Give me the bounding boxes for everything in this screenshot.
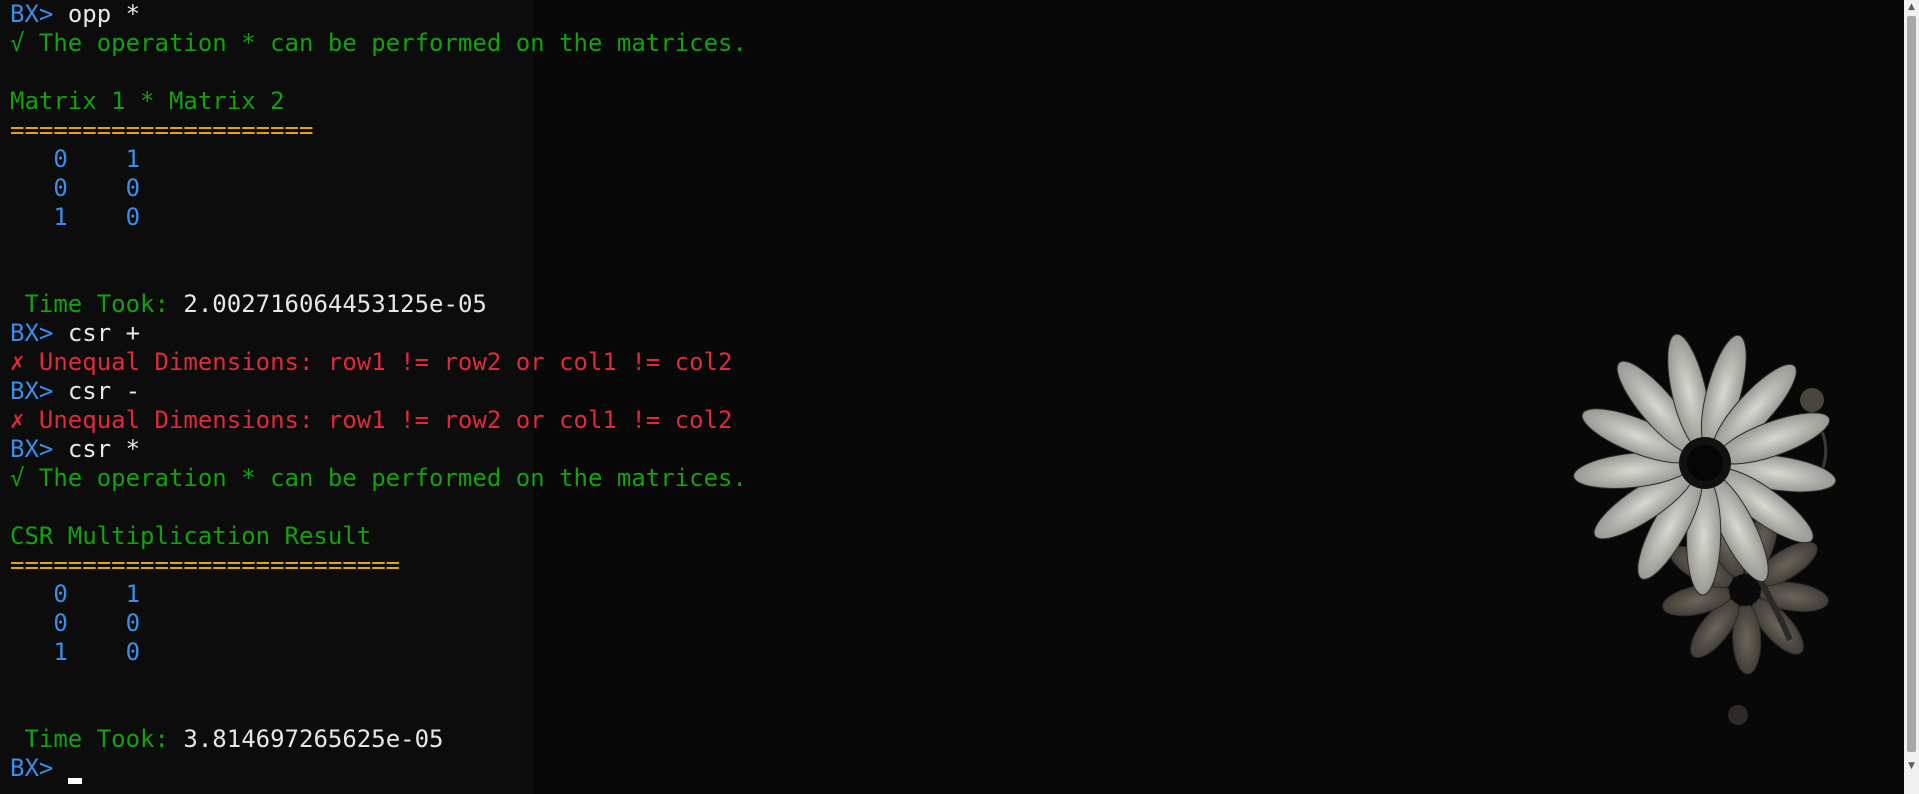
command-text: csr + xyxy=(67,319,141,347)
command-text: csr - xyxy=(67,377,141,405)
prompt-label: BX> xyxy=(10,377,54,405)
terminal-output[interactable]: BX> opp * √ The operation * can be perfor… xyxy=(10,0,747,784)
success-message: Matrix 1 * Matrix 2 xyxy=(10,87,285,115)
matrix-row: 0 1 xyxy=(10,580,141,608)
prompt-label: BX> xyxy=(10,319,54,347)
matrix-row: 0 0 xyxy=(10,609,141,637)
success-message: CSR Multiplication Result xyxy=(10,522,372,550)
text-cursor xyxy=(67,778,82,784)
error-message: ✗ Unequal Dimensions: row1 != row2 or co… xyxy=(10,406,733,434)
command-line: BX> csr - xyxy=(10,377,747,406)
time-value: 3.814697265625e-05 xyxy=(168,725,444,753)
matrix-row: 1 0 xyxy=(10,203,141,231)
command-text: csr * xyxy=(67,435,141,463)
matrix-row: 1 0 xyxy=(10,638,141,666)
matrix-row: 0 0 xyxy=(10,174,141,202)
prompt-label: BX> xyxy=(10,435,54,463)
triangle-down-icon[interactable]: ▼ xyxy=(1904,759,1919,774)
separator-rule: ===================== xyxy=(10,116,314,144)
triangle-up-icon[interactable]: ▲ xyxy=(1904,0,1919,15)
daisy-flower-image xyxy=(1573,333,1837,725)
time-value: 2.002716064453125e-05 xyxy=(168,290,487,318)
success-message: √ The operation * can be performed on th… xyxy=(10,29,747,57)
command-line: BX> csr + xyxy=(10,319,747,348)
scrollbar-thumb[interactable] xyxy=(1907,16,1916,752)
separator-rule: =========================== xyxy=(10,551,401,579)
success-message: √ The operation * can be performed on th… xyxy=(10,464,747,492)
prompt-label: BX> xyxy=(10,0,54,28)
command-input-line[interactable]: BX> xyxy=(10,754,747,784)
timing-line: Time Took: 2.002716064453125e-05 xyxy=(10,290,747,319)
command-line: BX> opp * xyxy=(10,0,747,29)
terminal-window[interactable]: BX> opp * √ The operation * can be perfor… xyxy=(0,0,1919,794)
matrix-row: 0 1 xyxy=(10,145,141,173)
vertical-scrollbar[interactable]: ▲ ▼ xyxy=(1904,0,1919,794)
time-label: Time Took: xyxy=(10,290,169,318)
command-text: opp * xyxy=(67,0,141,28)
error-message: ✗ Unequal Dimensions: row1 != row2 or co… xyxy=(10,348,733,376)
command-line: BX> csr * xyxy=(10,435,747,464)
time-label: Time Took: xyxy=(10,725,169,753)
timing-line: Time Took: 3.814697265625e-05 xyxy=(10,725,747,754)
prompt-label: BX> xyxy=(10,754,54,782)
